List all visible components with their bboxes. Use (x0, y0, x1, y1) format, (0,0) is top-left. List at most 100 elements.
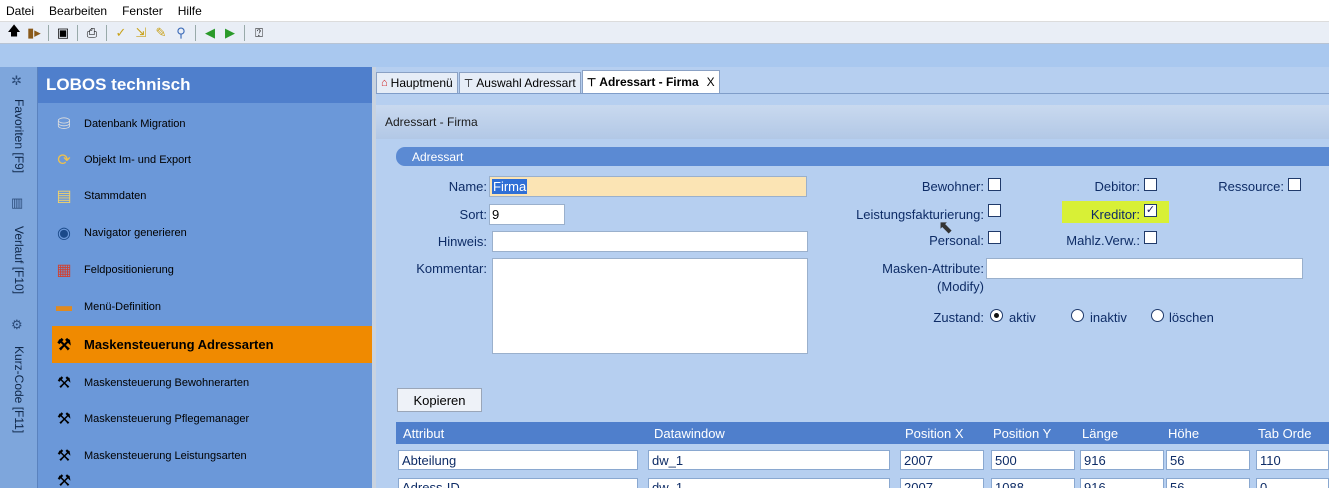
sort-value: 9 (492, 207, 500, 222)
sidebar-item-maskensteuerung-pflegemanager[interactable]: ⚒ Maskensteuerung Pflegemanager (52, 400, 372, 437)
search-icon[interactable]: ⚲ (171, 24, 191, 42)
sidebar-title: LOBOS technisch (38, 67, 372, 103)
masken-attribute-input[interactable] (986, 258, 1303, 279)
table-row-partial-clip: Adress-ID dw_1 2007 1088 916 56 0 (376, 478, 1329, 488)
table-cell-hoehe[interactable]: 56 (1166, 478, 1250, 488)
exit-icon[interactable]: ▮▸ (24, 24, 44, 42)
name-input[interactable]: Firma (489, 176, 807, 197)
kopieren-button[interactable]: Kopieren (397, 388, 482, 412)
tools-icon: ⚒ (56, 374, 72, 392)
table-cell-position-y[interactable]: 500 (991, 450, 1075, 470)
tools-icon: ⚒ (56, 474, 72, 488)
table-cell-tab-order[interactable]: 110 (1256, 450, 1329, 470)
sidebar-item-label: Feldpositionierung (84, 263, 174, 276)
sidebar-item-feldpositionierung[interactable]: ▦ Feldpositionierung (52, 251, 372, 288)
masken-attribute-label-modify: (Modify) (937, 279, 984, 294)
column-header-hoehe[interactable]: Höhe (1168, 426, 1199, 441)
table-cell-position-y[interactable]: 1088 (991, 478, 1075, 488)
tab-hauptmenue[interactable]: ⌂ Hauptmenü (376, 72, 458, 93)
tools-icon: ⚒ (56, 410, 72, 428)
next-icon[interactable]: ▶ (220, 24, 240, 42)
zustand-loeschen-label: löschen (1169, 310, 1214, 325)
zustand-loeschen-radio[interactable] (1151, 309, 1164, 322)
help-icon[interactable]: ⍰ (249, 24, 269, 42)
sidebar-item-maskensteuerung-bewohnerarten[interactable]: ⚒ Maskensteuerung Bewohnerarten (52, 364, 372, 401)
database-icon: ⛁ (57, 115, 71, 133)
table-cell-laenge[interactable]: 916 (1080, 478, 1164, 488)
sidebar: LOBOS technisch ⛁ Datenbank Migration ⟳ … (38, 67, 372, 488)
debitor-checkbox[interactable] (1144, 178, 1157, 191)
sidebar-item-label: Maskensteuerung Pflegemanager (84, 412, 250, 425)
sort-input[interactable]: 9 (489, 204, 565, 225)
sidebar-item-maskensteuerung-adressarten[interactable]: ⚒ Maskensteuerung Adressarten (52, 326, 372, 363)
table-cell-laenge[interactable]: 916 (1080, 450, 1164, 470)
sidebar-item-label: Datenbank Migration (84, 117, 186, 130)
kreditor-checkbox[interactable]: ✓ (1144, 204, 1157, 217)
column-header-laenge[interactable]: Länge (1082, 426, 1118, 441)
zustand-inaktiv-radio[interactable] (1071, 309, 1084, 322)
table-cell-datawindow[interactable]: dw_1 (648, 450, 890, 470)
toolbar-separator (48, 24, 49, 41)
tab-verlauf[interactable]: Verlauf [F10] (0, 213, 38, 308)
sidebar-item-datenbank-migration[interactable]: ⛁ Datenbank Migration (52, 105, 372, 142)
table-cell-attribut[interactable]: Adress-ID (398, 478, 638, 488)
up-arrow-icon[interactable]: 🡅 (4, 23, 24, 42)
mahlz-verw-checkbox[interactable] (1144, 231, 1157, 244)
kommentar-label: Kommentar: (416, 261, 487, 276)
leistungsfakturierung-label: Leistungsfakturierung: (856, 207, 984, 222)
prev-icon[interactable]: ◀ (200, 24, 220, 42)
table-cell-hoehe[interactable]: 56 (1166, 450, 1250, 470)
toolbar-separator (195, 24, 196, 41)
menu-bearbeiten[interactable]: Bearbeiten (49, 4, 107, 18)
table-cell-position-x[interactable]: 2007 (900, 478, 984, 488)
table-cell-tab-order[interactable]: 0 (1256, 478, 1329, 488)
ressource-checkbox[interactable] (1288, 178, 1301, 191)
hinweis-input[interactable] (492, 231, 808, 252)
menu-hilfe[interactable]: Hilfe (178, 4, 202, 18)
tab-auswahl-adressart[interactable]: ⊤ Auswahl Adressart (458, 72, 581, 93)
table-header: Attribut Datawindow Position X Position … (396, 422, 1329, 444)
menu-fenster[interactable]: Fenster (122, 4, 163, 18)
sidebar-item-label: Stammdaten (84, 189, 147, 202)
toolbar-separator (244, 24, 245, 41)
film-icon: ▥ (11, 195, 24, 210)
check-icon[interactable]: ✓ (111, 24, 131, 42)
personal-checkbox[interactable] (988, 231, 1001, 244)
sort-label: Sort: (459, 207, 487, 222)
tab-bar: ⌂ Hauptmenü ⊤ Auswahl Adressart ⊤ Adress… (376, 70, 1329, 94)
name-value: Firma (492, 179, 528, 194)
print-icon[interactable]: ⎙ (82, 24, 102, 42)
save-icon[interactable]: ▣ (53, 24, 73, 42)
table-cell-position-x[interactable]: 2007 (900, 450, 984, 470)
column-header-position-x[interactable]: Position X (905, 426, 964, 441)
column-header-position-y[interactable]: Position Y (993, 426, 1051, 441)
sidebar-item-navigator[interactable]: ◉ Navigator generieren (52, 214, 372, 251)
tab-favoriten-label: Favoriten [F9] (12, 99, 26, 174)
kreditor-label: Kreditor: (1090, 207, 1140, 222)
home-icon: ⌂ (381, 77, 388, 89)
bewohner-checkbox[interactable] (988, 178, 1001, 191)
eraser-icon[interactable]: ✎ (151, 24, 171, 42)
bewohner-label: Bewohner: (921, 179, 984, 194)
sidebar-item-stammdaten[interactable]: ▤ Stammdaten (52, 177, 372, 214)
table-cell-attribut[interactable]: Abteilung (398, 450, 638, 470)
column-header-datawindow[interactable]: Datawindow (654, 426, 725, 441)
tab-favoriten[interactable]: Favoriten [F9] (0, 89, 38, 184)
document-icon: ⊤ (586, 76, 597, 89)
sidebar-item-objekt-export[interactable]: ⟳ Objekt Im- und Export (52, 141, 372, 178)
zustand-aktiv-radio[interactable] (990, 309, 1003, 322)
menu-datei[interactable]: Datei (6, 4, 34, 18)
hinweis-label: Hinweis: (437, 234, 487, 249)
leistungsfakturierung-checkbox[interactable] (988, 204, 1001, 217)
table-cell-datawindow[interactable]: dw_1 (648, 478, 890, 488)
sidebar-item-menue-definition[interactable]: ▬ Menü-Definition (52, 288, 372, 325)
sidebar-item-maskensteuerung-leistungsarten[interactable]: ⚒ Maskensteuerung Leistungsarten (52, 437, 372, 474)
import-icon[interactable]: ⇲ (131, 24, 151, 42)
column-header-attribut[interactable]: Attribut (403, 426, 444, 441)
close-icon[interactable]: X (707, 75, 715, 89)
tab-adressart-firma[interactable]: ⊤ Adressart - Firma X (581, 70, 720, 93)
sidebar-item-partial[interactable]: ⚒ (52, 474, 372, 488)
kommentar-textarea[interactable] (492, 258, 808, 354)
tab-kurzcode[interactable]: Kurz-Code [F11] (0, 335, 38, 445)
column-header-tab-order[interactable]: Tab Orde (1258, 426, 1311, 441)
